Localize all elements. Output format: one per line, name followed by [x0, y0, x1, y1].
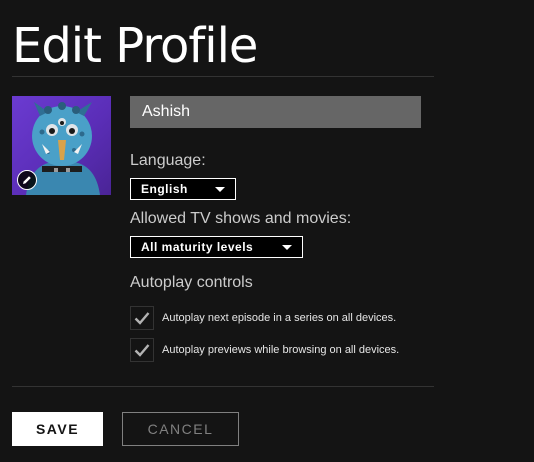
save-button[interactable]: SAVE	[12, 412, 103, 446]
profile-avatar[interactable]	[12, 96, 111, 195]
autoplay-next-episode-option[interactable]: Autoplay next episode in a series on all…	[130, 306, 396, 330]
caret-down-icon	[215, 187, 225, 192]
language-label: Language:	[130, 152, 206, 169]
checkmark-icon	[134, 312, 150, 325]
autoplay-previews-option[interactable]: Autoplay previews while browsing on all …	[130, 338, 399, 362]
autoplay-controls-label: Autoplay controls	[130, 274, 253, 291]
language-dropdown[interactable]: English	[130, 178, 236, 200]
autoplay-next-episode-label: Autoplay next episode in a series on all…	[162, 312, 397, 324]
checkmark-icon	[134, 344, 150, 357]
header-divider	[12, 76, 434, 77]
caret-down-icon	[282, 245, 292, 250]
maturity-dropdown[interactable]: All maturity levels	[130, 236, 303, 258]
maturity-label: Allowed TV shows and movies:	[130, 210, 352, 227]
footer-divider	[12, 386, 434, 387]
cancel-button[interactable]: CANCEL	[122, 412, 239, 446]
profile-name-input[interactable]	[130, 96, 421, 128]
pencil-icon[interactable]	[17, 170, 37, 190]
language-selected-value: English	[141, 182, 188, 196]
autoplay-next-episode-checkbox[interactable]	[130, 306, 154, 330]
page-title: Edit Profile	[12, 18, 258, 74]
autoplay-previews-label: Autoplay previews while browsing on all …	[162, 344, 400, 356]
autoplay-previews-checkbox[interactable]	[130, 338, 154, 362]
maturity-selected-value: All maturity levels	[141, 240, 254, 254]
